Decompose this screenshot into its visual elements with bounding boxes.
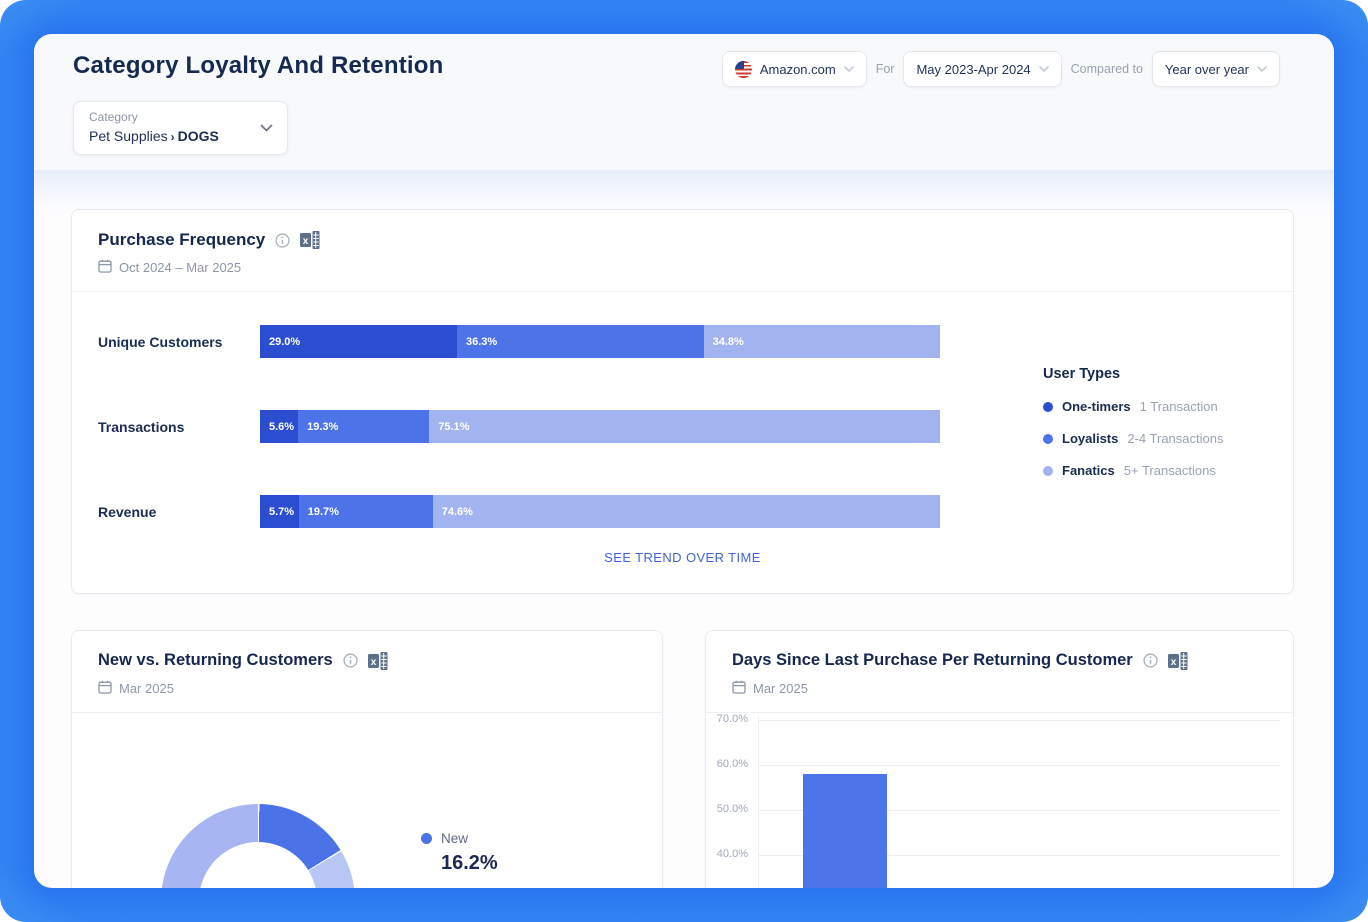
card-title: New vs. Returning Customers bbox=[98, 651, 333, 670]
card-date-range: Oct 2024 – Mar 2025 bbox=[119, 260, 241, 275]
page-title: Category Loyalty And Retention bbox=[73, 52, 443, 80]
bar-segment: 29.0% bbox=[260, 325, 457, 358]
info-icon[interactable] bbox=[343, 653, 358, 668]
pf-row-label: Transactions bbox=[72, 419, 260, 435]
svg-text:x: x bbox=[370, 657, 376, 668]
bar-segment: 19.3% bbox=[298, 410, 429, 443]
date-range-label: May 2023-Apr 2024 bbox=[916, 62, 1030, 77]
svg-text:x: x bbox=[303, 236, 309, 247]
pf-row-label: Unique Customers bbox=[72, 334, 260, 350]
site-selector[interactable]: Amazon.com bbox=[722, 51, 867, 87]
bar-segment: 75.1% bbox=[429, 410, 940, 443]
divider bbox=[72, 712, 662, 713]
y-axis-tick: 70.0% bbox=[706, 713, 748, 725]
app-frame: Category Loyalty And Retention Amazon.co… bbox=[0, 0, 1368, 922]
purchase-frequency-card: Purchase Frequency x Oct 2024 – Mar 2025… bbox=[71, 209, 1294, 594]
pf-row: Unique Customers29.0%36.3%34.8% bbox=[72, 325, 1293, 358]
user-types-legend: User Types One-timers1 Transaction Loyali… bbox=[1043, 366, 1223, 478]
legend-title: User Types bbox=[1043, 366, 1223, 382]
top-controls: Amazon.com For May 2023-Apr 2024 Compare… bbox=[722, 51, 1280, 87]
legend-dot bbox=[421, 833, 432, 844]
bar-segment: 74.6% bbox=[433, 495, 940, 528]
bar bbox=[803, 774, 887, 888]
y-axis-tick: 40.0% bbox=[706, 848, 748, 860]
compared-to-label: Compared to bbox=[1071, 62, 1143, 76]
legend-items: One-timers1 Transaction Loyalists2-4 Tran… bbox=[1043, 399, 1223, 478]
dslp-plot: 70.0% 60.0% 50.0% 40.0% bbox=[706, 631, 1293, 888]
chevron-down-icon bbox=[1257, 66, 1267, 72]
bar-segment: 36.3% bbox=[457, 325, 704, 358]
legend-dot bbox=[1043, 434, 1053, 444]
new-vs-returning-card: New vs. Returning Customers x Mar 2025 N… bbox=[71, 630, 663, 888]
chevron-down-icon bbox=[844, 66, 854, 72]
legend-dot bbox=[1043, 402, 1053, 412]
donut-legend: New 16.2% bbox=[421, 831, 498, 875]
pf-row-label: Revenue bbox=[72, 504, 260, 520]
chevron-down-icon bbox=[1039, 66, 1049, 72]
pf-row: Revenue5.7%19.7%74.6% bbox=[72, 495, 1293, 528]
card-date: Mar 2025 bbox=[119, 681, 174, 696]
legend-item: Fanatics5+ Transactions bbox=[1043, 463, 1223, 478]
legend-item: One-timers1 Transaction bbox=[1043, 399, 1223, 414]
bar-segment: 19.7% bbox=[299, 495, 433, 528]
calendar-icon bbox=[98, 680, 112, 697]
see-trend-link[interactable]: SEE TREND OVER TIME bbox=[72, 550, 1293, 565]
legend-name: New bbox=[441, 831, 468, 846]
days-since-last-purchase-card: Days Since Last Purchase Per Returning C… bbox=[705, 630, 1294, 888]
category-selector-value: Pet Supplies›DOGS bbox=[89, 128, 219, 144]
date-range-selector[interactable]: May 2023-Apr 2024 bbox=[903, 51, 1061, 87]
site-selector-label: Amazon.com bbox=[760, 62, 836, 77]
stacked-bar: 29.0%36.3%34.8% bbox=[260, 325, 940, 358]
us-flag-icon bbox=[735, 61, 752, 78]
info-icon[interactable] bbox=[275, 233, 290, 248]
excel-export-icon[interactable]: x bbox=[368, 652, 388, 670]
category-selector[interactable]: Category Pet Supplies›DOGS bbox=[73, 101, 288, 155]
legend-dot bbox=[1043, 466, 1053, 476]
bar-segment: 5.7% bbox=[260, 495, 299, 528]
y-axis-tick: 50.0% bbox=[706, 803, 748, 815]
comparison-selector[interactable]: Year over year bbox=[1152, 51, 1280, 87]
comparison-label: Year over year bbox=[1165, 62, 1249, 77]
bar-segment: 34.8% bbox=[704, 325, 940, 358]
excel-export-icon[interactable]: x bbox=[300, 231, 320, 249]
legend-value: 16.2% bbox=[441, 852, 498, 875]
for-label: For bbox=[876, 62, 895, 76]
legend-item: Loyalists2-4 Transactions bbox=[1043, 431, 1223, 446]
chevron-down-icon bbox=[260, 124, 273, 132]
calendar-icon bbox=[98, 259, 112, 276]
bar-segment: 5.6% bbox=[260, 410, 298, 443]
gridline bbox=[758, 720, 1280, 721]
y-axis-tick: 60.0% bbox=[706, 758, 748, 770]
new-vs-returning-donut bbox=[161, 804, 355, 888]
card-title: Purchase Frequency bbox=[98, 230, 265, 250]
y-axis-line bbox=[758, 716, 759, 888]
stacked-bar: 5.7%19.7%74.6% bbox=[260, 495, 940, 528]
stacked-bar: 5.6%19.3%75.1% bbox=[260, 410, 940, 443]
gridline bbox=[758, 765, 1280, 766]
dashboard-page: Category Loyalty And Retention Amazon.co… bbox=[34, 34, 1334, 888]
category-selector-label: Category bbox=[89, 110, 138, 124]
